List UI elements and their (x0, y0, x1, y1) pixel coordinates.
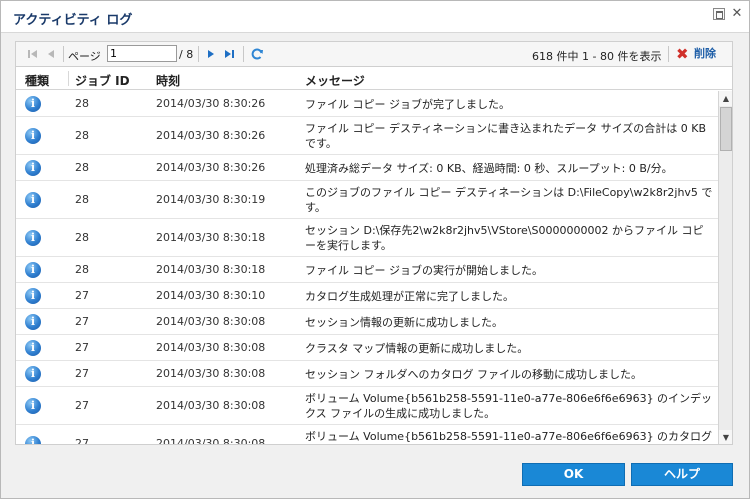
job-id-cell: 28 (75, 263, 89, 276)
scroll-thumb[interactable] (720, 107, 732, 151)
table-row[interactable]: i 28 2014/03/30 8:30:26 ファイル コピー ジョブが完了しました… (16, 91, 718, 117)
toolbar-separator (243, 46, 244, 62)
toolbar-separator (63, 46, 64, 62)
help-button[interactable]: ヘルプ (631, 463, 733, 486)
information-icon: i (25, 366, 41, 382)
message-cell: ファイル コピー ジョブが完了しました。 (305, 98, 510, 111)
last-page-icon[interactable] (222, 47, 236, 61)
page-total: / 8 (179, 48, 194, 61)
next-page-icon[interactable] (204, 47, 218, 61)
information-icon: i (25, 192, 41, 208)
job-id-cell: 28 (75, 97, 89, 110)
activity-log-grid: 種類 ジョブ ID 時刻 メッセージ i 28 2014/03/30 8:30:26… (15, 67, 733, 445)
message-cell: カタログ生成処理が正常に完了しました。 (305, 290, 514, 303)
job-id-cell: 28 (75, 161, 89, 174)
column-header-time[interactable]: 時刻 (156, 72, 180, 89)
job-id-cell: 28 (75, 231, 89, 244)
time-cell: 2014/03/30 8:30:08 (156, 367, 266, 380)
time-cell: 2014/03/30 8:30:26 (156, 129, 266, 142)
job-id-cell: 28 (75, 193, 89, 206)
job-id-cell: 27 (75, 399, 89, 412)
grid-body: i 28 2014/03/30 8:30:26 ファイル コピー ジョブが完了しました… (16, 91, 718, 445)
table-row[interactable]: i 27 2014/03/30 8:30:08 クラスタ マップ情報の更新に成功しまし… (16, 335, 718, 361)
message-cell: ファイル コピー ジョブの実行が開始しました。 (305, 264, 543, 277)
vertical-scrollbar[interactable]: ▲ ▼ (718, 91, 732, 444)
paging-toolbar: ページ / 8 618 件中 1 - 80 件を表示 ✖ 削除 (15, 41, 733, 67)
time-cell: 2014/03/30 8:30:18 (156, 231, 266, 244)
refresh-icon[interactable] (250, 47, 264, 61)
table-row[interactable]: i 27 2014/03/30 8:30:08 セッション情報の更新に成功しました。 (16, 309, 718, 335)
message-cell: ファイル コピー デスティネーションに書き込まれたデータ サイズの合計は 0 K… (305, 122, 707, 150)
column-header-type[interactable]: 種類 (25, 72, 49, 89)
information-icon: i (25, 340, 41, 356)
table-row[interactable]: i 27 2014/03/30 8:30:08 セッション フォルダへのカタログ ファ… (16, 361, 718, 387)
job-id-cell: 27 (75, 315, 89, 328)
page-label: ページ (68, 50, 101, 63)
toolbar-separator (198, 46, 199, 62)
prev-page-icon[interactable] (44, 47, 58, 61)
time-cell: 2014/03/30 8:30:10 (156, 289, 266, 302)
table-row[interactable]: i 28 2014/03/30 8:30:26 ファイル コピー デスティネーションに… (16, 117, 718, 155)
information-icon: i (25, 288, 41, 304)
message-cell: クラスタ マップ情報の更新に成功しました。 (305, 342, 529, 355)
table-row[interactable]: i 27 2014/03/30 8:30:08 ボリューム Volume{b561b2… (16, 387, 718, 425)
message-cell: セッション D:\保存先2\w2k8r2jhv5\VStore\S0000000… (305, 224, 704, 252)
message-cell: セッション フォルダへのカタログ ファイルの移動に成功しました。 (305, 368, 642, 381)
time-cell: 2014/03/30 8:30:18 (156, 263, 266, 276)
information-icon: i (25, 96, 41, 112)
toolbar-separator (668, 46, 669, 62)
delete-button[interactable]: ✖ 削除 (676, 45, 716, 63)
scroll-up-arrow-icon[interactable]: ▲ (719, 91, 732, 106)
message-cell: セッション情報の更新に成功しました。 (305, 316, 503, 329)
job-id-cell: 27 (75, 437, 89, 445)
close-icon[interactable]: ✕ (731, 7, 743, 20)
table-row[interactable]: i 27 2014/03/30 8:30:08 ボリューム Volume{b561b2… (16, 425, 718, 445)
time-cell: 2014/03/30 8:30:08 (156, 315, 266, 328)
delete-label: 削除 (694, 47, 716, 60)
information-icon: i (25, 262, 41, 278)
first-page-icon[interactable] (26, 47, 40, 61)
activity-log-dialog: アクティビティ ログ ✕ ページ / 8 618 件中 1 - 80 件を表示 (0, 0, 750, 499)
delete-x-icon: ✖ (676, 45, 689, 63)
table-row[interactable]: i 28 2014/03/30 8:30:18 セッション D:\保存先2\w2k8r… (16, 219, 718, 257)
information-icon: i (25, 128, 41, 144)
column-separator (68, 71, 69, 86)
time-cell: 2014/03/30 8:30:26 (156, 161, 266, 174)
information-icon: i (25, 160, 41, 176)
grid-header: 種類 ジョブ ID 時刻 メッセージ (16, 67, 732, 90)
restore-window-icon[interactable] (713, 8, 725, 20)
job-id-cell: 27 (75, 289, 89, 302)
page-number-input[interactable] (107, 45, 177, 62)
time-cell: 2014/03/30 8:30:08 (156, 341, 266, 354)
job-id-cell: 27 (75, 367, 89, 380)
table-row[interactable]: i 28 2014/03/30 8:30:19 このジョブのファイル コピー デスティ… (16, 181, 718, 219)
message-cell: 処理済み総データ サイズ: 0 KB、経過時間: 0 秒、スループット: 0 B… (305, 162, 673, 175)
job-id-cell: 28 (75, 129, 89, 142)
message-cell: ボリューム Volume{b561b258-5591-11e0-a77e-806… (305, 392, 713, 420)
column-header-message[interactable]: メッセージ (305, 72, 365, 89)
table-row[interactable]: i 27 2014/03/30 8:30:10 カタログ生成処理が正常に完了しました。 (16, 283, 718, 309)
job-id-cell: 27 (75, 341, 89, 354)
scroll-down-arrow-icon[interactable]: ▼ (719, 430, 732, 444)
dialog-title: アクティビティ ログ (13, 13, 133, 28)
column-header-job-id[interactable]: ジョブ ID (75, 72, 130, 89)
ok-button[interactable]: OK (522, 463, 625, 486)
message-cell: このジョブのファイル コピー デスティネーションは D:\FileCopy\w2… (305, 186, 713, 214)
time-cell: 2014/03/30 8:30:26 (156, 97, 266, 110)
information-icon: i (25, 398, 41, 414)
title-bar: アクティビティ ログ ✕ (1, 1, 749, 33)
record-count: 618 件中 1 - 80 件を表示 (532, 50, 662, 63)
time-cell: 2014/03/30 8:30:19 (156, 193, 266, 206)
information-icon: i (25, 230, 41, 246)
message-cell: ボリューム Volume{b561b258-5591-11e0-a77e-806… (305, 430, 713, 443)
table-row[interactable]: i 28 2014/03/30 8:30:18 ファイル コピー ジョブの実行が開始し… (16, 257, 718, 283)
time-cell: 2014/03/30 8:30:08 (156, 437, 266, 445)
information-icon: i (25, 436, 41, 444)
information-icon: i (25, 314, 41, 330)
table-row[interactable]: i 28 2014/03/30 8:30:26 処理済み総データ サイズ: 0 KB、… (16, 155, 718, 181)
time-cell: 2014/03/30 8:30:08 (156, 399, 266, 412)
